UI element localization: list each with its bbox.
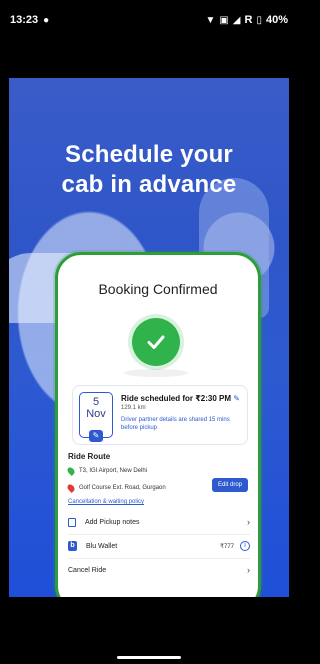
signal-icon: ◢: [232, 14, 241, 26]
wallet-label: Blu Wallet: [86, 542, 118, 550]
wallet-icon: b: [68, 541, 77, 551]
app-notification-icon: ●: [43, 14, 50, 26]
pickup-address: T3, IGI Airport, New Delhi: [79, 468, 148, 474]
check-circle-icon: [132, 318, 180, 366]
calendar-badge: 5 Nov ✎: [79, 392, 113, 442]
chevron-right-icon: ›: [247, 565, 250, 575]
home-gesture-handle[interactable]: [117, 656, 181, 659]
status-bar: 13:23 ● ▼ ▣ ◢ R ▯ 40%: [0, 0, 298, 40]
battery-level: 40%: [265, 14, 288, 26]
network-label: R: [244, 14, 253, 26]
wallet-row[interactable]: b Blu Wallet ₹777 i: [68, 537, 250, 555]
chevron-right-icon: ›: [247, 517, 250, 527]
pencil-icon[interactable]: ✎: [233, 394, 240, 403]
add-pickup-notes-row[interactable]: Add Pickup notes ›: [68, 513, 250, 531]
wifi-icon: ▼: [205, 14, 216, 26]
battery-icon: ▯: [256, 14, 262, 26]
schedule-title-text: Ride scheduled for ₹2:30 PM: [121, 394, 232, 403]
calendar-month: Nov: [86, 408, 106, 420]
hero-title-line1: Schedule your: [65, 141, 233, 168]
check-shadow: [124, 369, 188, 377]
divider: [68, 558, 250, 559]
schedule-box: 5 Nov ✎ Ride scheduled for ₹2:30 PM ✎ 12…: [72, 385, 248, 445]
pickup-row: T3, IGI Airport, New Delhi: [66, 466, 148, 476]
cancel-ride-row[interactable]: Cancel Ride ›: [68, 561, 250, 579]
status-right: ▼ ▣ ◢ R ▯ 40%: [205, 14, 288, 26]
checkmark-icon: [147, 335, 165, 349]
drop-address: Golf Course Ext. Road, Gurgaon: [79, 485, 166, 491]
add-pickup-notes-label: Add Pickup notes: [85, 518, 140, 526]
cancellation-policy-link[interactable]: Cancellation & waiting policy: [68, 499, 144, 505]
edit-drop-button[interactable]: Edit drop: [212, 478, 248, 492]
screen: 13:23 ● ▼ ▣ ◢ R ▯ 40% Schedule your cab …: [0, 0, 298, 664]
calendar-edit-icon[interactable]: ✎: [89, 430, 103, 442]
booking-card: Booking Confirmed 5 Nov ✎ Ride scheduled…: [55, 252, 261, 597]
status-time: 13:23: [10, 14, 39, 26]
wallet-amount: ₹777: [220, 543, 234, 550]
volte-icon: ▣: [219, 14, 229, 26]
notes-icon: [68, 517, 76, 527]
route-label: Ride Route: [68, 452, 111, 461]
status-left: 13:23 ●: [10, 14, 49, 26]
pickup-pin-icon: [66, 466, 76, 476]
schedule-note: Driver partner details are shared 15 min…: [121, 417, 230, 431]
hero-title: Schedule your cab in advance: [9, 140, 289, 200]
schedule-title: Ride scheduled for ₹2:30 PM ✎: [121, 394, 240, 403]
cancel-ride-label: Cancel Ride: [68, 566, 107, 574]
calendar-day: 5: [92, 396, 100, 408]
ride-distance: 129.1 km: [121, 405, 146, 411]
booking-title: Booking Confirmed: [98, 281, 218, 297]
info-icon[interactable]: i: [240, 541, 250, 551]
hero-title-line2: cab in advance: [61, 171, 237, 198]
promo-modal: Schedule your cab in advance Booking Con…: [9, 78, 289, 597]
navigation-bar: [0, 597, 298, 664]
drop-pin-icon: [66, 483, 76, 493]
divider: [68, 534, 250, 535]
drop-row: Golf Course Ext. Road, Gurgaon: [66, 483, 166, 493]
